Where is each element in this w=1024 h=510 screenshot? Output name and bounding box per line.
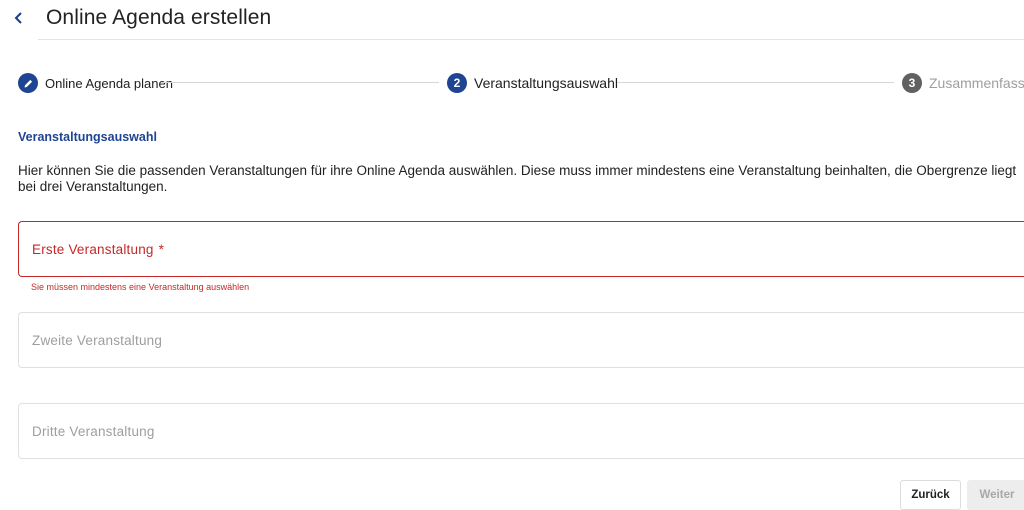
back-button[interactable]: Zurück <box>900 480 961 510</box>
required-marker: * <box>158 242 165 257</box>
step-connector <box>161 82 439 83</box>
page-header: Online Agenda erstellen <box>0 0 1024 40</box>
step-number: 2 <box>447 73 467 93</box>
step-veranstaltungsauswahl: 2 Veranstaltungsauswahl <box>447 72 618 94</box>
second-event-select[interactable]: Zweite Veranstaltung <box>18 312 1024 368</box>
step-zusammenfassung: 3 Zusammenfassung <box>902 72 1024 94</box>
step-label: Online Agenda planen <box>45 75 173 91</box>
field-label: Zweite Veranstaltung <box>32 333 163 348</box>
section-description: Hier können Sie die passenden Veranstalt… <box>18 163 1017 194</box>
page-title: Online Agenda erstellen <box>46 6 272 29</box>
step-online-agenda-planen[interactable]: Online Agenda planen <box>18 72 173 94</box>
pencil-icon <box>18 73 38 93</box>
step-number: 3 <box>902 73 922 93</box>
field-label: Erste Veranstaltung <box>32 242 154 257</box>
third-event-select[interactable]: Dritte Veranstaltung <box>18 403 1024 459</box>
header-divider <box>38 39 1024 40</box>
field-error-message: Sie müssen mindestens eine Veranstaltung… <box>31 282 250 292</box>
field-label: Dritte Veranstaltung <box>32 424 155 439</box>
section-title: Veranstaltungsauswahl <box>18 130 157 144</box>
next-button[interactable]: Weiter <box>967 480 1024 510</box>
back-chevron-icon[interactable] <box>9 5 29 31</box>
stepper: Online Agenda planen 2 Veranstaltungsaus… <box>0 72 1024 94</box>
step-connector <box>617 82 894 83</box>
step-label: Zusammenfassung <box>929 75 1024 91</box>
step-label: Veranstaltungsauswahl <box>474 75 618 91</box>
first-event-select[interactable]: Erste Veranstaltung * <box>18 221 1024 277</box>
